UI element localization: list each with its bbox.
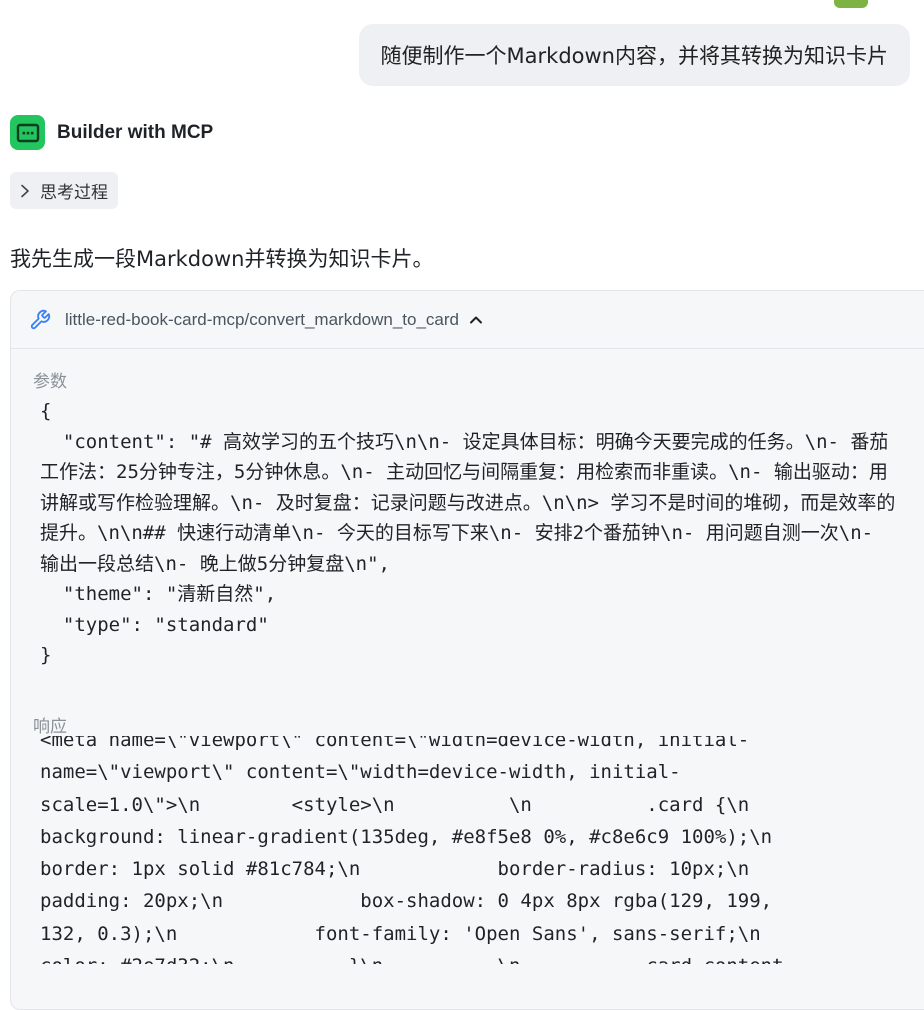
thinking-process-toggle[interactable]: 思考过程 bbox=[10, 172, 118, 209]
params-code-block: { "content": "# 高效学习的五个技巧\n\n- 设定具体目标：明确… bbox=[40, 400, 896, 666]
chevron-up-icon[interactable] bbox=[469, 315, 483, 325]
assistant-header: Builder with MCP bbox=[10, 115, 213, 150]
terminal-window-icon bbox=[10, 115, 45, 150]
assistant-intro-text: 我先生成一段Markdown并转换为知识卡片。 bbox=[10, 247, 434, 271]
response-code-block: <meta name=\"viewport\" content=\"width=… bbox=[40, 736, 784, 964]
thinking-process-label: 思考过程 bbox=[40, 183, 108, 203]
tool-call-card: little-red-book-card-mcp/convert_markdow… bbox=[10, 290, 924, 1010]
response-scroll-area[interactable]: <meta name=\"viewport\" content=\"width=… bbox=[40, 736, 910, 964]
tool-name: little-red-book-card-mcp/convert_markdow… bbox=[65, 309, 459, 329]
wrench-icon bbox=[29, 309, 51, 331]
response-label: 响应 bbox=[33, 717, 67, 737]
params-label: 参数 bbox=[33, 372, 67, 392]
assistant-name: Builder with MCP bbox=[57, 121, 214, 143]
user-message-text: 随便制作一个Markdown内容，并将其转换为知识卡片 bbox=[380, 44, 888, 68]
tool-call-header[interactable]: little-red-book-card-mcp/convert_markdow… bbox=[11, 291, 924, 349]
user-message-bubble: 随便制作一个Markdown内容，并将其转换为知识卡片 bbox=[358, 24, 910, 86]
chevron-right-icon bbox=[20, 184, 30, 198]
user-avatar bbox=[834, 0, 868, 8]
